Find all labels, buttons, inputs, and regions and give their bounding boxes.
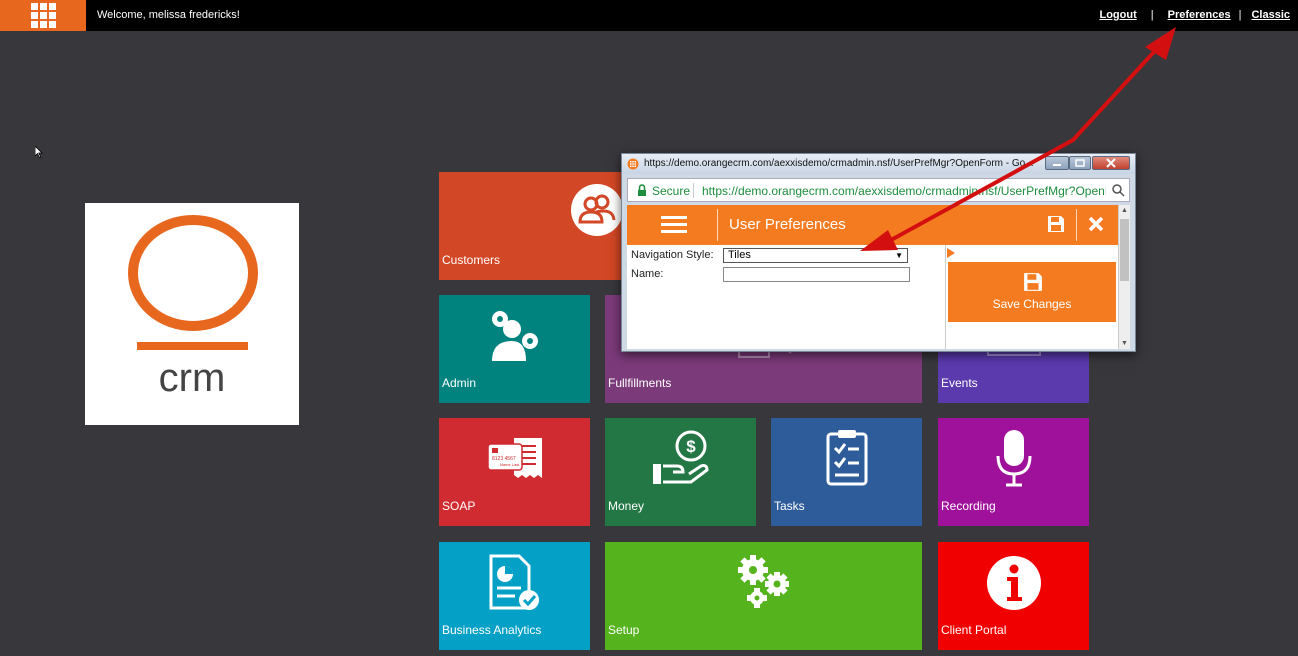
tile-label: SOAP <box>442 499 476 513</box>
preferences-form: Navigation Style: Tiles ▼ Name: <box>627 245 945 349</box>
orange-crm-logo: crm <box>85 203 299 425</box>
address-bar[interactable]: Secure https://demo.orangecrm.com/aexxis… <box>627 178 1130 202</box>
top-links: Logout | Preferences | Classic <box>1099 9 1290 21</box>
page-title: User Preferences <box>729 216 846 233</box>
mouse-cursor-icon <box>35 146 43 158</box>
tile-recording[interactable]: Recording <box>938 418 1089 526</box>
navigation-style-label: Navigation Style: <box>631 249 714 261</box>
tile-label: Business Analytics <box>442 623 542 637</box>
apps-menu-button[interactable] <box>0 0 86 31</box>
card-receipt-icon: 8123 4567 Name Last <box>487 438 542 478</box>
scroll-thumb[interactable] <box>1120 219 1129 281</box>
tile-tasks[interactable]: Tasks <box>771 418 922 526</box>
close-icon <box>1106 158 1116 168</box>
clipboard-icon <box>826 430 868 486</box>
tile-soap[interactable]: 8123 4567 Name Last SOAP <box>439 418 590 526</box>
tile-customers[interactable]: Customers <box>439 172 625 280</box>
navigation-style-select[interactable]: Tiles ▼ <box>723 248 908 263</box>
scroll-up-icon[interactable]: ▲ <box>1121 207 1128 214</box>
logout-link[interactable]: Logout <box>1099 9 1136 21</box>
admin-gears-icon <box>492 311 538 361</box>
minimize-button[interactable] <box>1045 156 1069 170</box>
name-label: Name: <box>631 268 664 280</box>
tile-label: Setup <box>608 623 640 637</box>
tile-label: Money <box>608 499 645 513</box>
scroll-down-icon[interactable]: ▼ <box>1121 340 1128 347</box>
tile-business-analytics[interactable]: Business Analytics <box>439 542 590 650</box>
lock-icon <box>638 184 646 196</box>
zoom-icon[interactable] <box>1112 184 1125 197</box>
welcome-text: Welcome, melissa fredericks! <box>97 9 240 21</box>
user-preferences-popup-window[interactable]: https://demo.orangecrm.com/aexxisdemo/cr… <box>621 153 1136 352</box>
tile-label: Customers <box>442 253 501 267</box>
tile-setup[interactable]: Setup <box>605 542 922 650</box>
logo-ring-icon: crm <box>128 215 258 400</box>
user-preferences-header: User Preferences <box>627 205 1118 245</box>
url-text[interactable]: https://demo.orangecrm.com/aexxisdemo/cr… <box>702 184 1106 198</box>
name-field[interactable] <box>723 267 910 282</box>
tile-label: Admin <box>442 376 477 390</box>
save-icon <box>1024 273 1042 291</box>
tile-money[interactable]: $ Money <box>605 418 756 526</box>
popup-scrollbar[interactable]: ▲ ▼ <box>1118 205 1130 349</box>
navigation-style-value: Tiles <box>728 249 751 261</box>
money-hand-icon: $ <box>653 430 709 484</box>
actions-panel: Save Changes <box>945 245 1118 349</box>
tile-label: Tasks <box>774 499 805 513</box>
maximize-icon <box>1075 159 1085 167</box>
microphone-icon <box>996 430 1032 487</box>
card-name-text: Name Last <box>500 462 520 467</box>
tile-label: Recording <box>941 499 996 513</box>
browser-favicon-icon <box>627 158 639 170</box>
classic-link[interactable]: Classic <box>1251 9 1290 21</box>
tile-label: Events <box>941 376 978 390</box>
tile-label: Client Portal <box>941 623 1007 637</box>
expand-arrow-icon[interactable] <box>947 248 955 258</box>
maximize-button[interactable] <box>1069 156 1091 170</box>
top-bar: Welcome, melissa fredericks! Logout | Pr… <box>0 0 1298 31</box>
report-icon <box>489 554 539 610</box>
popup-window-title: https://demo.orangecrm.com/aexxisdemo/cr… <box>644 158 1034 169</box>
logo-text: crm <box>159 356 226 400</box>
grid-icon <box>30 3 56 28</box>
preferences-link[interactable]: Preferences <box>1168 9 1231 21</box>
people-icon <box>571 184 623 236</box>
tile-label: Fullfillments <box>608 376 672 390</box>
separator: | <box>1150 9 1154 21</box>
popup-content: User Preferences Navigation Style: Tiles… <box>627 205 1130 349</box>
tile-admin[interactable]: Admin <box>439 295 590 403</box>
save-changes-button[interactable]: Save Changes <box>948 262 1116 322</box>
secure-label: Secure <box>652 184 691 198</box>
save-icon[interactable] <box>1047 215 1065 233</box>
close-window-button[interactable] <box>1092 156 1130 170</box>
minimize-icon <box>1053 164 1061 166</box>
divider <box>1076 209 1077 241</box>
tile-client-portal[interactable]: Client Portal <box>938 542 1089 650</box>
info-icon <box>987 556 1041 610</box>
hamburger-menu-icon[interactable] <box>661 214 687 234</box>
divider <box>717 209 718 241</box>
gears-icon <box>738 555 789 608</box>
separator: | <box>1238 9 1242 21</box>
save-changes-label: Save Changes <box>992 297 1072 311</box>
popup-title-bar[interactable]: https://demo.orangecrm.com/aexxisdemo/cr… <box>622 154 1135 174</box>
dropdown-arrow-icon: ▼ <box>895 251 903 260</box>
close-icon[interactable] <box>1088 216 1104 232</box>
svg-text:$: $ <box>686 437 696 456</box>
divider <box>693 183 694 198</box>
